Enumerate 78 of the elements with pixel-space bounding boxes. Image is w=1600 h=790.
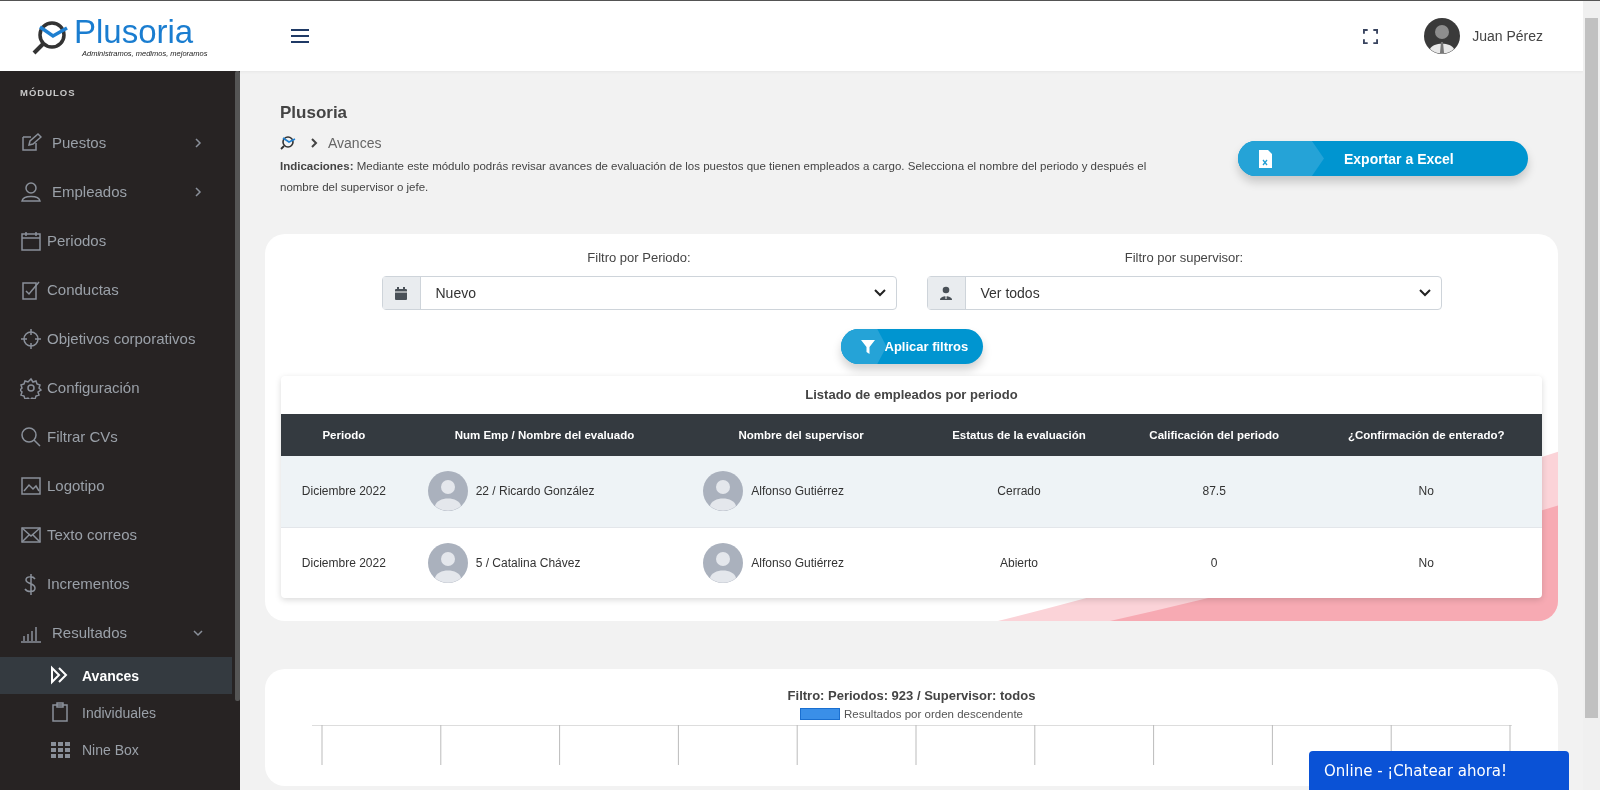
column-header[interactable]: Periodo (281, 414, 407, 456)
table-cell: 22 / Ricardo González (475, 484, 595, 499)
column-header[interactable]: Nombre del supervisor (682, 414, 920, 456)
table-cell: Abierto (1000, 555, 1038, 570)
page-title: Plusoria (280, 103, 349, 123)
sidebar-item[interactable]: Filtrar CVs (0, 412, 232, 461)
table-row[interactable]: Diciembre 2022 5 / Catalina Chávez Alfonso Gutiérrez Abierto 0 No (281, 527, 1542, 598)
sidebar-item[interactable]: Objetivos corporativos (0, 314, 232, 363)
menu-icon[interactable] (290, 28, 310, 44)
sidebar-item[interactable]: Incrementos (0, 559, 232, 608)
table-cell: Alfonso Gutiérrez (751, 484, 845, 499)
filter-label: Filtro por Periodo: (587, 250, 691, 265)
sidebar-item[interactable]: Empleados (0, 167, 232, 216)
sidebar-item[interactable]: Resultados (0, 608, 232, 657)
table-cell: 0 (1210, 555, 1218, 570)
chevron-right-icon (192, 136, 204, 149)
chevron-down-icon (1418, 289, 1431, 297)
grid-icon (50, 739, 71, 760)
user-name[interactable]: Juan Pérez (1472, 28, 1543, 44)
apply-filters-button[interactable]: Aplicar filtros (840, 329, 983, 364)
sidebar-subitem[interactable]: Avances (0, 657, 232, 694)
sidebar-subitem[interactable]: Individuales (0, 694, 232, 731)
chart-title: Filtro: Periodos: 923 / Supervisor: todos (787, 688, 1036, 703)
chevron-down-icon (873, 289, 886, 297)
image-icon (20, 474, 42, 497)
logo-text: Plusoria (74, 14, 195, 49)
table-title: Listado de empleados por periodo (804, 386, 1019, 404)
sidebar-item[interactable]: Texto correos (0, 510, 232, 559)
sidebar-item[interactable]: Conductas (0, 265, 232, 314)
gear-icon (20, 376, 42, 399)
instructions-text: Indicaciones: Mediante este módulo podrás revisar avances de evaluación de los puestos que tienen empleados a cargo. Selecciona el nombre del periodo y después el nombre del supervisor o jefe. (280, 159, 1148, 195)
sidebar-subitem[interactable]: Nine Box (0, 731, 232, 768)
chat-button[interactable]: Online - ¡Chatear ahora! (1309, 751, 1569, 790)
column-header[interactable]: Num Emp / Nombre del evaluado (406, 414, 683, 456)
sidebar-item[interactable]: Configuración (0, 363, 232, 412)
column-header[interactable]: Calificación del periodo (1118, 414, 1311, 456)
export-button[interactable]: Exportar a Excel (1238, 141, 1528, 176)
breadcrumb-item[interactable]: Avances (328, 135, 382, 151)
filter-label: Filtro por supervisor: (1124, 250, 1244, 265)
avatar-icon (703, 471, 744, 512)
table-cell: No (1418, 555, 1434, 570)
sidebar-item[interactable]: Puestos (0, 118, 232, 167)
user-icon (20, 180, 42, 203)
column-header[interactable]: Estatus de la evaluación (920, 414, 1118, 456)
table-row[interactable]: Diciembre 2022 22 / Ricardo González Alfonso Gutiérrez Cerrado 87.5 No (281, 456, 1542, 527)
table-cell: 87.5 (1202, 484, 1226, 499)
avatar-icon (427, 542, 468, 583)
table-cell: Diciembre 2022 (301, 484, 386, 499)
legend-label: Resultados por orden descendente (844, 708, 1023, 720)
edit-icon (20, 131, 42, 154)
chevron-right-icon (310, 138, 318, 148)
user-avatar-icon[interactable] (1424, 18, 1461, 54)
table-cell: Diciembre 2022 (301, 555, 386, 570)
calendar-icon (20, 229, 42, 252)
chevron-right-icon (192, 185, 204, 198)
sidebar-item[interactable]: Periodos (0, 216, 232, 265)
fullscreen-icon[interactable] (1363, 28, 1379, 44)
avatar-icon (427, 471, 468, 512)
scrollbar[interactable] (235, 71, 240, 701)
table-cell: Alfonso Gutiérrez (751, 555, 845, 570)
filter-icon (860, 339, 875, 354)
sidebar-item[interactable]: Logotipo (0, 461, 232, 510)
user-icon (939, 285, 953, 301)
clipboard-icon (50, 702, 71, 723)
avatar-icon (703, 542, 744, 583)
file-icon (1258, 148, 1273, 169)
table-cell: No (1418, 484, 1434, 499)
select-field[interactable]: Nuevo (381, 276, 897, 310)
table-cell: 5 / Catalina Chávez (475, 555, 581, 570)
select-field[interactable]: Ver todos (926, 276, 1442, 310)
calendar-icon (394, 285, 408, 301)
legend-swatch-icon (800, 708, 840, 720)
search-icon (20, 425, 42, 448)
crosshair-icon (20, 327, 42, 350)
table-cell: Cerrado (997, 484, 1041, 499)
column-header[interactable]: ¿Confirmación de enterado? (1310, 414, 1542, 456)
sidebar-heading: MÓDULOS (19, 87, 77, 98)
home-logo-icon[interactable] (280, 135, 296, 151)
